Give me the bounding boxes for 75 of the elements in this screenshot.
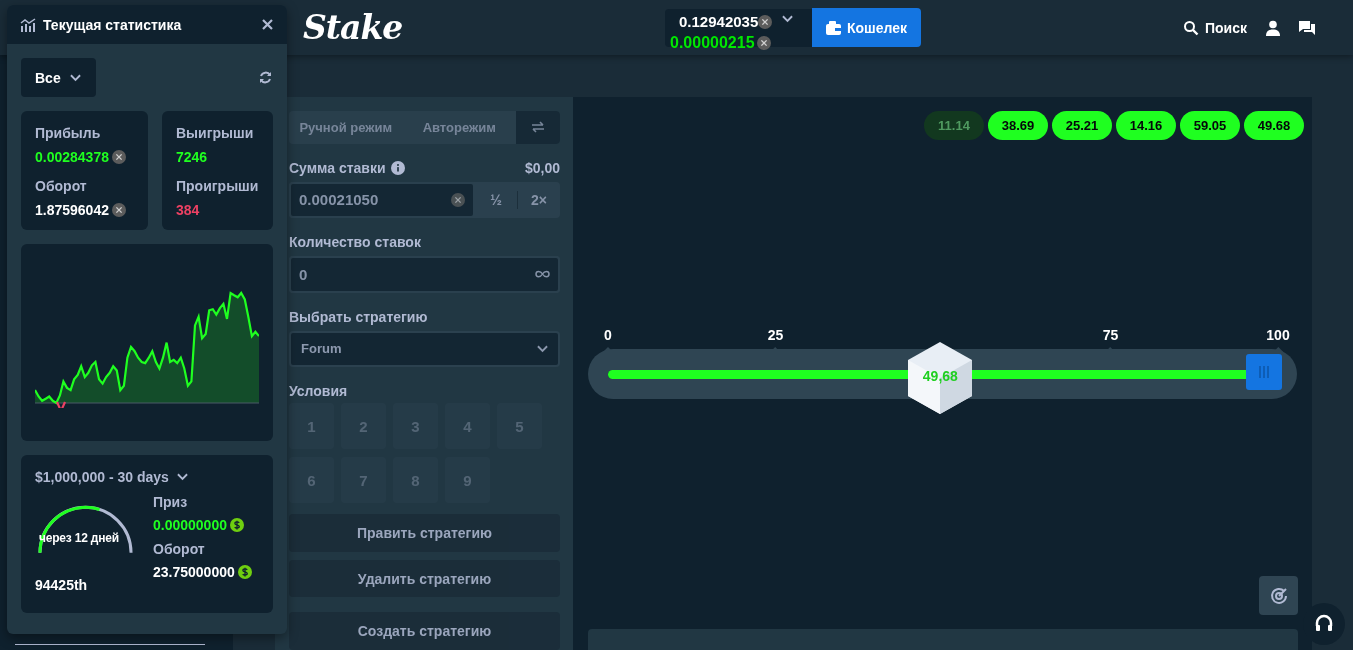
refresh-button[interactable] (259, 71, 272, 84)
result-pill[interactable]: 38.69 (988, 111, 1048, 140)
strategy-button[interactable]: Править стратегию (289, 514, 560, 552)
result-pill[interactable]: 59.05 (1180, 111, 1240, 140)
target-button[interactable] (1259, 576, 1298, 615)
field-label: Условия (289, 383, 349, 400)
wallet-icon (825, 20, 841, 35)
search-icon (1183, 19, 1199, 36)
field-label: Выбрать стратегию (289, 308, 428, 325)
bet-count-field[interactable]: 0 (289, 256, 560, 293)
race-selector[interactable]: $1,000,000 - 30 days (35, 469, 188, 485)
stat-label: Оборот (153, 541, 206, 557)
prize-value: 0.00000000 (153, 517, 252, 533)
clear-icon[interactable] (111, 203, 126, 217)
grip-icon (1258, 365, 1269, 379)
roll-result: 49,68 (921, 368, 959, 384)
clear-icon[interactable] (758, 14, 773, 29)
amount-usd: $0,00 (524, 159, 560, 176)
infinity-icon (535, 270, 550, 279)
clear-icon[interactable] (756, 35, 771, 50)
swap-button[interactable] (516, 111, 560, 144)
strategy-button[interactable]: Удалить стратегию (289, 559, 560, 598)
chat-icon[interactable] (1299, 19, 1315, 36)
stat-label: Прибыль (35, 125, 102, 141)
info-icon[interactable] (390, 160, 405, 175)
user-icon[interactable] (1265, 19, 1281, 36)
mode-tab[interactable]: Ручной режим (289, 111, 403, 144)
target-icon (1269, 586, 1288, 605)
chevron-down-icon (537, 345, 548, 353)
field-label: Количество ставок (289, 234, 421, 251)
field-label: Сумма ставки (289, 159, 386, 176)
strategy-button[interactable]: Создать стратегию (289, 612, 560, 650)
dollar-coin-icon (229, 518, 244, 532)
scale-label: 100 (1266, 327, 1290, 343)
result-pill[interactable]: 49.68 (1244, 111, 1304, 140)
window-title: Текущая статистика (43, 16, 183, 33)
stat-label: Оборот (35, 178, 88, 194)
double-button[interactable]: 2× (518, 181, 560, 219)
stat-label: Проигрыши (176, 178, 259, 194)
stat-value: 1.87596042 (35, 202, 134, 218)
bet-amount-field[interactable]: 0.00021050 (289, 181, 475, 219)
chevron-down-icon (782, 14, 794, 23)
bar-chart-icon (20, 17, 36, 32)
dollar-coin-icon (237, 565, 252, 579)
slider-thumb[interactable] (1245, 354, 1282, 390)
stat-label: Выигрыши (176, 125, 255, 141)
chevron-down-icon (69, 73, 81, 82)
refresh-icon (259, 71, 272, 84)
result-pill[interactable]: 25.21 (1052, 111, 1112, 140)
swap-arrows-icon (531, 121, 545, 134)
stat-value: 7246 (176, 149, 209, 165)
stat-value: 384 (176, 202, 201, 218)
balance-value: 0.12942035 (679, 14, 759, 29)
balance-box[interactable]: 0.12942035 0.00000215 (665, 8, 812, 47)
filter-dropdown[interactable]: Все (21, 58, 96, 97)
close-button[interactable] (262, 19, 273, 30)
close-icon (262, 19, 273, 30)
scale-label: 25 (767, 327, 784, 343)
wallet-button[interactable]: Кошелек (812, 8, 921, 47)
stat-label: Приз (153, 494, 189, 510)
chevron-down-icon (176, 473, 188, 481)
mode-tab[interactable]: Авторежим (402, 111, 516, 144)
scale-label: 75 (1102, 327, 1119, 343)
clear-icon[interactable] (451, 192, 465, 207)
clear-icon[interactable] (111, 150, 126, 164)
half-button[interactable]: ½ (475, 181, 517, 219)
result-pill[interactable]: 14.16 (1116, 111, 1176, 140)
logo[interactable]: Stake (303, 8, 665, 47)
result-pill[interactable]: 11.14 (924, 111, 984, 140)
scale-label: 0 (604, 327, 612, 343)
stat-value: 0.00284378 (35, 149, 134, 165)
strategy-select[interactable]: Forum (289, 330, 560, 368)
search-button[interactable]: Поиск (1183, 19, 1247, 36)
wager-value: 23.75000000 (153, 564, 252, 580)
rank-text: 94425th (35, 577, 88, 593)
